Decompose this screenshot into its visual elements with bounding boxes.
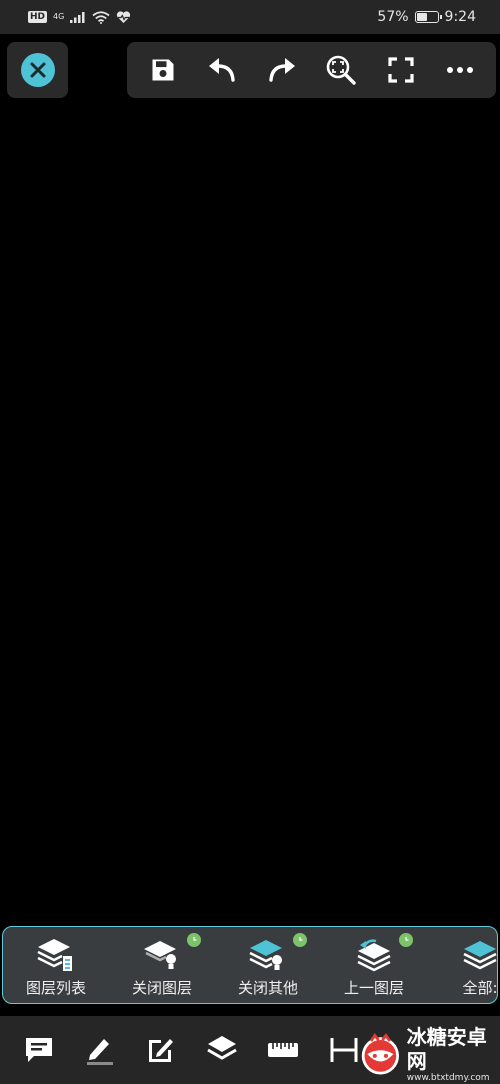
pencil-icon [86,1039,113,1065]
pencil-button[interactable] [69,1020,130,1080]
clock: 9:24 [444,9,476,25]
layer-list-button[interactable]: 图层列表 [3,927,109,1003]
clock-icon [293,933,307,947]
top-toolbar [127,42,496,98]
battery-icon [414,11,442,23]
redo-icon [269,58,295,82]
close-others-button[interactable]: 关闭其他 [215,927,321,1003]
fullscreen-icon [388,57,414,83]
close-icon [20,53,55,87]
battery-fill [416,13,428,21]
edit-note-button[interactable] [130,1020,191,1080]
previous-layer-icon [354,937,394,975]
redo-button[interactable] [260,48,304,92]
layer-item-label: 图层列表 [25,979,86,997]
watermark-title: 冰糖安卓网 [406,1025,487,1073]
fullscreen-button[interactable] [379,48,423,92]
ruler-icon [267,1043,298,1057]
close-button[interactable] [7,42,68,98]
signal-icon [70,12,85,23]
hd-badge: HD [28,11,48,23]
watermark-url: www.btxtdmy.com [406,1073,490,1083]
clock-icon [399,933,413,947]
network-type: 4G [53,12,65,21]
more-icon [447,67,474,73]
layer-items: 图层列表 关闭图层 关闭其他 上一图层 全部: [3,927,498,1003]
status-bar: HD 4G 57% 9:24 [0,0,500,34]
status-right: 57% 9:24 [377,9,476,25]
layers-icon [206,1036,237,1060]
save-icon [152,59,174,81]
layers-others-off-icon [248,937,288,975]
comment-button[interactable] [8,1020,69,1080]
battery-percent: 57% [377,9,409,25]
dimension-icon [330,1038,357,1062]
drawing-canvas[interactable] [0,104,500,920]
watermark-text: 冰糖安卓网 www.btxtdmy.com [407,1025,500,1083]
status-left: HD 4G [28,10,131,24]
health-heart-icon [117,10,131,23]
layers-list-icon [36,937,76,975]
close-layer-button[interactable]: 关闭图层 [109,927,215,1003]
layers-button[interactable] [191,1020,252,1080]
edit-note-icon [148,1039,173,1062]
watermark-logo-icon [361,1032,400,1075]
wifi-icon [92,10,110,24]
layer-item-label: 上一图层 [343,979,404,997]
all-layers-button[interactable]: 全部: [427,927,498,1003]
zoom-fit-button[interactable] [319,48,363,92]
undo-icon [209,58,235,82]
all-layers-icon [460,937,497,975]
layer-item-label: 关闭其他 [237,979,298,997]
layer-item-label: 全部: [462,979,498,997]
layer-panel: 图层列表 关闭图层 关闭其他 上一图层 全部: [2,926,498,1004]
layer-item-label: 关闭图层 [131,979,192,997]
save-button[interactable] [141,48,185,92]
layer-off-icon [142,937,182,975]
comment-icon [25,1038,52,1062]
zoom-fit-icon [326,55,356,85]
more-button[interactable] [438,48,482,92]
clock-icon [187,933,201,947]
previous-layer-button[interactable]: 上一图层 [321,927,427,1003]
ruler-button[interactable] [252,1020,313,1080]
site-watermark: 冰糖安卓网 www.btxtdmy.com [358,1024,500,1084]
undo-button[interactable] [200,48,244,92]
